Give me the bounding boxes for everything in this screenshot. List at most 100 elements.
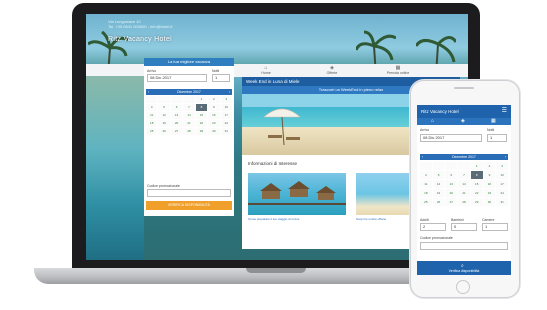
check-availability-button[interactable]: VERIFICA DISPONIBILITÀ xyxy=(146,201,232,210)
rooms-select[interactable]: 1 xyxy=(482,223,508,231)
calendar-day[interactable]: 24 xyxy=(496,189,508,197)
calendar-day[interactable]: 13 xyxy=(445,180,458,188)
tab-home[interactable]: ⌂ Home xyxy=(236,65,296,75)
calendar-day[interactable]: 3 xyxy=(220,96,232,103)
info-caption[interactable]: Come preparare il tuo viaggio di nozze xyxy=(248,217,348,221)
calendar-day[interactable]: 16 xyxy=(483,180,496,188)
tab-offers[interactable]: ◈ Offerte xyxy=(302,65,362,75)
phone-screen: Ritz Vacancy Hotel ☰ ⌂ ◈ ▦ Arrivo 08 Dic… xyxy=(417,105,511,275)
info-thumbnail-bungalows[interactable] xyxy=(248,173,346,215)
calendar-day[interactable]: 14 xyxy=(183,112,195,119)
overwater-bungalow-icon xyxy=(248,181,346,205)
calendar-day[interactable]: 15 xyxy=(470,180,483,188)
calendar-day[interactable]: 21 xyxy=(183,120,195,127)
calendar-day[interactable]: 5 xyxy=(432,171,445,179)
calendar-icon[interactable]: ▦ xyxy=(491,118,496,124)
calendar-day[interactable]: 25 xyxy=(146,128,158,135)
tab-book-online[interactable]: ▦ Prenota online xyxy=(368,65,428,75)
calendar-day[interactable]: 23 xyxy=(208,120,220,127)
calendar-day[interactable]: 16 xyxy=(208,112,220,119)
calendar-day[interactable]: 12 xyxy=(432,180,445,188)
promo-code-input[interactable] xyxy=(147,189,231,197)
phone-calendar-header: ‹ Dicembre 2017 › xyxy=(420,154,508,160)
calendar-day[interactable]: 19 xyxy=(432,189,445,197)
calendar-day[interactable]: 24 xyxy=(220,120,232,127)
calendar-day[interactable]: 31 xyxy=(496,198,508,206)
calendar-day[interactable]: 26 xyxy=(432,198,445,206)
prev-month-icon[interactable]: ‹ xyxy=(146,89,149,95)
calendar-day[interactable]: 2 xyxy=(208,96,220,103)
phone-promo-input[interactable] xyxy=(420,242,508,250)
calendar-day[interactable]: 8 xyxy=(470,171,483,179)
calendar-day[interactable]: 17 xyxy=(496,180,508,188)
phone-arrival-field[interactable]: 08 Dic 2017 xyxy=(420,134,482,142)
calendar-day[interactable]: 18 xyxy=(420,189,432,197)
calendar-day[interactable]: 20 xyxy=(445,189,458,197)
calendar-day[interactable]: 18 xyxy=(146,120,158,127)
menu-icon[interactable]: ☰ xyxy=(502,105,507,118)
phone-check-availability-button[interactable]: ⌕ Verifica disponibilità xyxy=(417,261,511,275)
calendar-day[interactable]: 14 xyxy=(458,180,470,188)
calendar-day[interactable]: 19 xyxy=(158,120,170,127)
calendar-day[interactable]: 7 xyxy=(183,104,195,111)
calendar-day[interactable]: 9 xyxy=(483,171,496,179)
next-month-icon[interactable]: › xyxy=(505,154,508,160)
children-select[interactable]: 0 xyxy=(451,223,477,231)
calendar-day[interactable]: 28 xyxy=(458,198,470,206)
calendar-day[interactable]: 1 xyxy=(195,96,208,103)
calendar-day[interactable]: 5 xyxy=(158,104,170,111)
phone-home-button[interactable] xyxy=(456,280,470,294)
next-month-icon[interactable]: › xyxy=(229,89,232,95)
calendar-day[interactable]: 8 xyxy=(195,104,208,111)
calendar-day[interactable]: 22 xyxy=(195,120,208,127)
calendar-day[interactable]: 26 xyxy=(158,128,170,135)
phone-nights-select[interactable]: 1 xyxy=(487,134,507,142)
tag-icon[interactable]: ◈ xyxy=(461,118,465,124)
calendar-day[interactable]: 12 xyxy=(158,112,170,119)
pool-background xyxy=(86,76,144,260)
calendar-day[interactable]: 30 xyxy=(483,198,496,206)
rooms-label: Camere xyxy=(482,218,495,222)
calendar-day[interactable]: 6 xyxy=(445,171,458,179)
home-icon[interactable]: ⌂ xyxy=(431,118,434,124)
calendar-day[interactable]: 10 xyxy=(220,104,232,111)
calendar-day[interactable]: 7 xyxy=(458,171,470,179)
calendar-day[interactable]: 27 xyxy=(445,198,458,206)
calendar-day[interactable]: 31 xyxy=(220,128,232,135)
calendar-day[interactable]: 22 xyxy=(470,189,483,197)
calendar-day[interactable]: 15 xyxy=(195,112,208,119)
calendar-day[interactable]: 13 xyxy=(170,112,183,119)
calendar-day[interactable]: 17 xyxy=(220,112,232,119)
hotel-title[interactable]: Ritz Vacancy Hotel xyxy=(108,36,172,43)
calendar-day[interactable]: 30 xyxy=(208,128,220,135)
calendar-day[interactable]: 10 xyxy=(496,171,508,179)
calendar-day[interactable]: 2 xyxy=(483,162,496,170)
calendar-day[interactable]: 29 xyxy=(470,198,483,206)
calendar-day[interactable]: 4 xyxy=(420,171,432,179)
calendar-day[interactable]: 3 xyxy=(496,162,508,170)
calendar-day[interactable]: 29 xyxy=(195,128,208,135)
calendar-day[interactable]: 20 xyxy=(170,120,183,127)
calendar-day[interactable]: 4 xyxy=(146,104,158,111)
calendar-day[interactable]: 1 xyxy=(470,162,483,170)
calendar-day[interactable]: 11 xyxy=(420,180,432,188)
adults-select[interactable]: 2 xyxy=(420,223,446,231)
calendar-day[interactable]: 27 xyxy=(170,128,183,135)
calendar-day[interactable]: 25 xyxy=(420,198,432,206)
nights-select[interactable]: 1 xyxy=(212,74,230,82)
calendar-day[interactable]: 9 xyxy=(208,104,220,111)
calendar-day[interactable]: 28 xyxy=(183,128,195,135)
calendar-month: Dicembre 2017 xyxy=(177,90,201,94)
calendar-day[interactable]: 6 xyxy=(170,104,183,111)
calendar-day[interactable]: 23 xyxy=(483,189,496,197)
calendar-day[interactable]: 11 xyxy=(146,112,158,119)
calendar-day[interactable]: 21 xyxy=(458,189,470,197)
arrival-field[interactable]: 08 Dic 2017 xyxy=(147,74,207,82)
calendar-day xyxy=(146,96,158,103)
tab-label: Offerte xyxy=(326,71,338,75)
calendar-day xyxy=(170,96,183,103)
booking-panel: Arrivo 08 Dic 2017 Notti 1 ‹ Dicembre 20… xyxy=(144,66,234,216)
phone-hotel-title[interactable]: Ritz Vacancy Hotel xyxy=(421,109,459,114)
beach-umbrella-icon xyxy=(263,108,301,145)
prev-month-icon[interactable]: ‹ xyxy=(420,154,423,160)
